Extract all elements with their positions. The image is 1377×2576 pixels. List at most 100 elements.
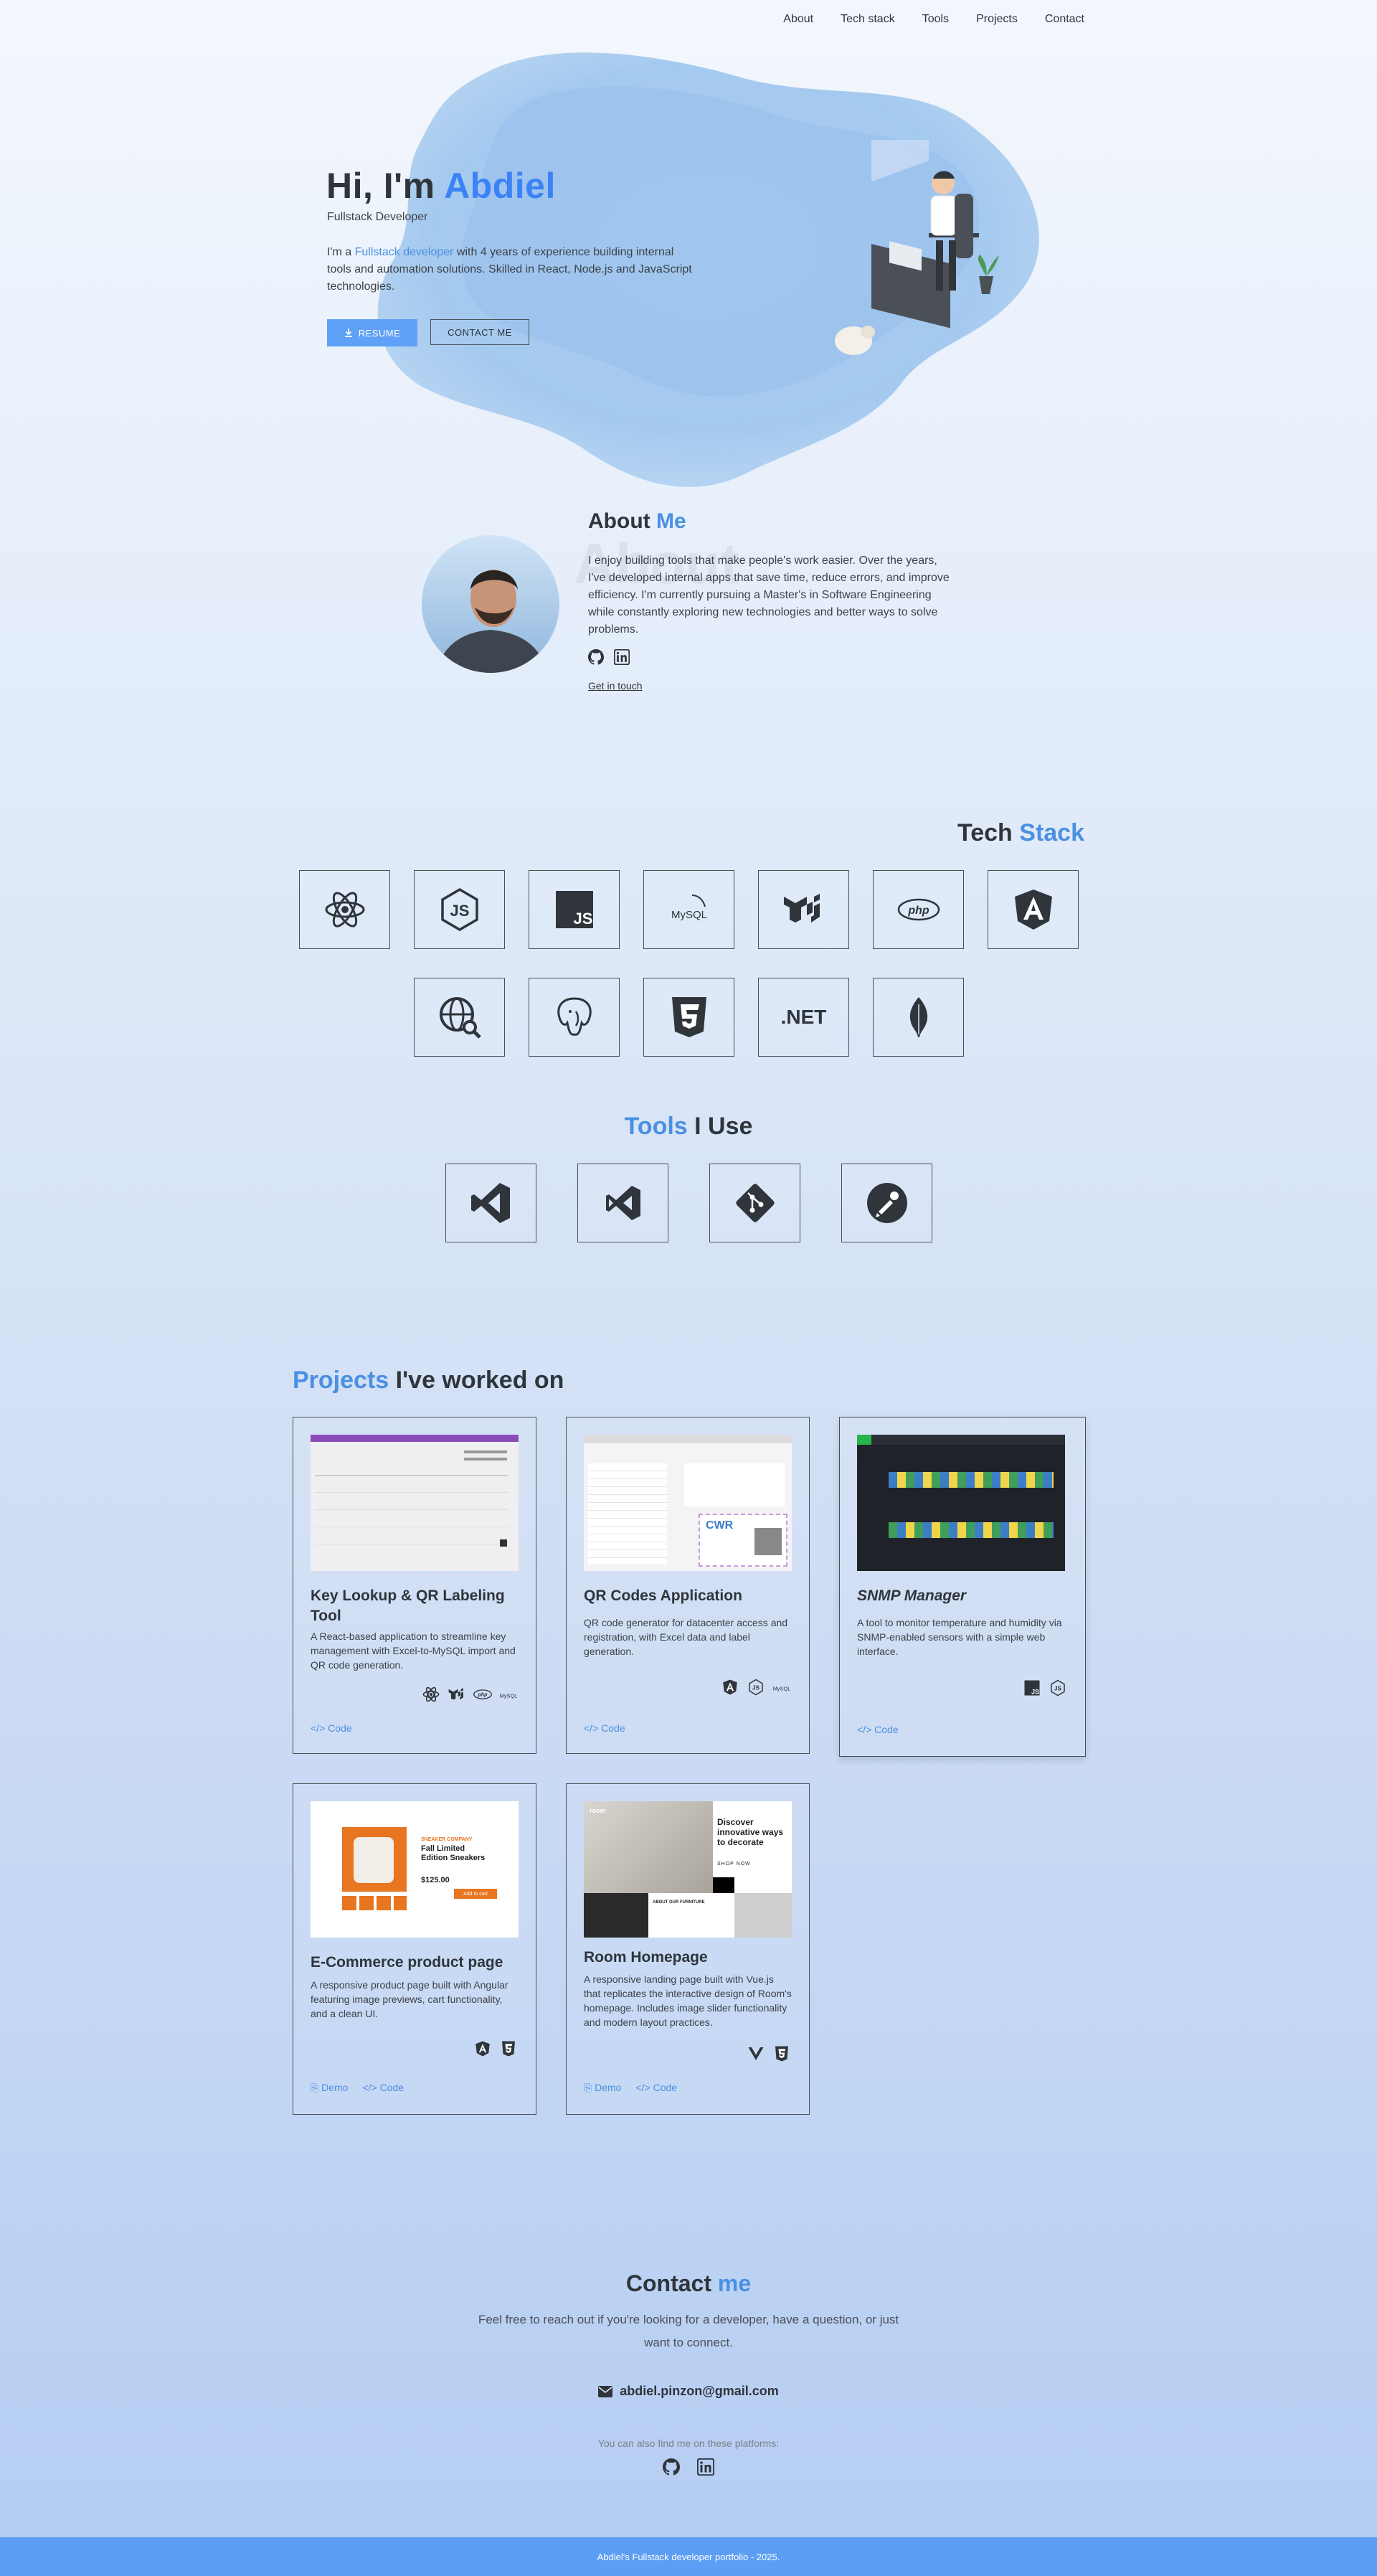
code-window-icon — [871, 140, 929, 182]
vscode-icon — [470, 1183, 510, 1223]
nodejs-icon: JS — [746, 1677, 766, 1697]
linkedin-icon[interactable] — [696, 2458, 715, 2479]
project-screenshot — [857, 1435, 1065, 1571]
project-links: ⎘ Demo </> Code — [311, 2082, 404, 2094]
code-link[interactable]: </> Code — [635, 2082, 677, 2094]
project-screenshot: room Discover innovative ways to decorat… — [584, 1801, 792, 1938]
tech-web-search — [414, 978, 505, 1057]
project-description: A responsive product page built with Ang… — [311, 1979, 508, 2019]
nav-projects[interactable]: Projects — [976, 13, 1018, 26]
hero-role: Fullstack Developer — [327, 211, 428, 223]
resume-button[interactable]: RESUME — [327, 319, 417, 346]
project-links: </> Code — [311, 1722, 352, 1734]
linkedin-icon[interactable] — [613, 648, 630, 669]
contact-me-button[interactable]: CONTACT ME — [430, 319, 529, 345]
tech-css3 — [643, 978, 734, 1057]
tech-react — [299, 870, 390, 949]
project-description: A React-based application to streamline … — [311, 1631, 516, 1671]
tech-nodejs: JS — [414, 870, 505, 949]
project-title: Key Lookup & QR Labeling Tool — [311, 1587, 505, 1624]
svg-text:php: php — [907, 905, 929, 917]
tool-git — [709, 1164, 800, 1242]
postgresql-icon — [557, 997, 592, 1036]
react-icon — [325, 892, 364, 928]
project-tech — [746, 2044, 792, 2064]
project-title: E-Commerce product page — [311, 1954, 503, 1971]
demo-link[interactable]: ⎘ Demo — [311, 2082, 348, 2094]
code-link[interactable]: </> Code — [857, 1724, 899, 1735]
nodejs-icon: JS — [440, 887, 478, 932]
project-description: A tool to monitor temperature and humidi… — [857, 1617, 1062, 1657]
contact-title: Contact me — [625, 2270, 752, 2296]
svg-text:JS: JS — [1054, 1685, 1062, 1692]
tech-javascript: JS — [529, 870, 620, 949]
angular-icon — [720, 1677, 740, 1697]
project-screenshot — [311, 1435, 519, 1571]
tool-visual-studio — [577, 1164, 668, 1242]
tech-php: php — [873, 870, 964, 949]
javascript-icon: JS — [1022, 1678, 1042, 1698]
hero-description: I'm a Fullstack developer with 4 years o… — [327, 246, 692, 293]
mui-icon — [783, 894, 820, 923]
get-in-touch-link[interactable]: Get in touch — [588, 680, 643, 692]
svg-text:JS: JS — [752, 1684, 760, 1691]
project-title: SNMP Manager — [857, 1587, 967, 1604]
tools-title: Tools I Use — [624, 1113, 753, 1140]
tech-mysql: MySQL — [643, 870, 734, 949]
project-description: QR code generator for datacenter access … — [584, 1617, 788, 1657]
tech-postgresql — [529, 978, 620, 1057]
contact-social-links — [0, 2458, 1377, 2479]
code-link[interactable]: </> Code — [584, 1722, 625, 1734]
contact-description: Feel free to reach out if you're looking… — [478, 2313, 899, 2349]
nav-tools[interactable]: Tools — [922, 13, 949, 26]
tech-dotnet: .NET — [758, 978, 849, 1057]
svg-text:JS: JS — [450, 902, 469, 920]
tool-postman — [841, 1164, 932, 1242]
project-links: </> Code — [584, 1722, 625, 1734]
tech-mongodb — [873, 978, 964, 1057]
project-links: ⎘ Demo </> Code — [584, 2082, 677, 2094]
nav-contact[interactable]: Contact — [1045, 13, 1084, 26]
php-icon: php — [473, 1684, 493, 1704]
nodejs-icon: JS — [1048, 1678, 1068, 1698]
tool-vscode — [445, 1164, 536, 1242]
react-icon — [421, 1684, 441, 1704]
project-tech — [473, 2039, 519, 2059]
hero-title: Hi, I'm Abdiel — [326, 166, 556, 206]
project-tech: php MySQL — [421, 1684, 519, 1704]
hero-name: Abdiel — [444, 166, 556, 206]
postman-icon — [866, 1183, 907, 1223]
project-card: SNEAKER COMPANY Fall Limited Edition Sne… — [293, 1783, 536, 2115]
envelope-icon — [598, 2385, 613, 2397]
project-card: room Discover innovative ways to decorat… — [566, 1783, 810, 2115]
demo-link[interactable]: ⎘ Demo — [584, 2082, 621, 2094]
top-nav: About Tech stack Tools Projects Contact — [783, 13, 1084, 26]
project-screenshot: CWR — [584, 1435, 792, 1571]
vue-icon — [746, 2044, 766, 2064]
contact-platforms-text: You can also find me on these platforms: — [597, 2438, 780, 2449]
project-card: SNMP Manager A tool to monitor temperatu… — [839, 1417, 1086, 1757]
angular-icon — [1014, 890, 1052, 930]
code-link[interactable]: </> Code — [311, 1722, 352, 1734]
nav-about[interactable]: About — [783, 13, 813, 26]
github-icon[interactable] — [663, 2458, 681, 2479]
svg-text:MySQL: MySQL — [671, 909, 706, 921]
code-link[interactable]: </> Code — [362, 2082, 404, 2094]
svg-text:php: php — [478, 1693, 488, 1698]
github-icon[interactable] — [588, 649, 605, 669]
project-card: Key Lookup & QR Labeling Tool A React-ba… — [293, 1417, 536, 1754]
project-screenshot: SNEAKER COMPANY Fall Limited Edition Sne… — [311, 1801, 519, 1938]
contact-email[interactable]: abdiel.pinzon@gmail.com — [0, 2384, 1377, 2399]
tech-angular — [988, 870, 1079, 949]
projects-title: Projects I've worked on — [293, 1367, 564, 1394]
nav-tech-stack[interactable]: Tech stack — [841, 13, 895, 26]
project-title: Room Homepage — [584, 1949, 708, 1966]
svg-text:MySQL: MySQL — [773, 1685, 791, 1692]
mongodb-leaf-icon — [909, 997, 927, 1037]
project-tech: JS MySQL — [720, 1677, 792, 1697]
developer-illustration — [835, 140, 999, 355]
git-icon — [735, 1184, 775, 1222]
mysql-icon: MySQL — [498, 1684, 519, 1704]
tech-mui — [758, 870, 849, 949]
css3-icon — [772, 2044, 792, 2064]
